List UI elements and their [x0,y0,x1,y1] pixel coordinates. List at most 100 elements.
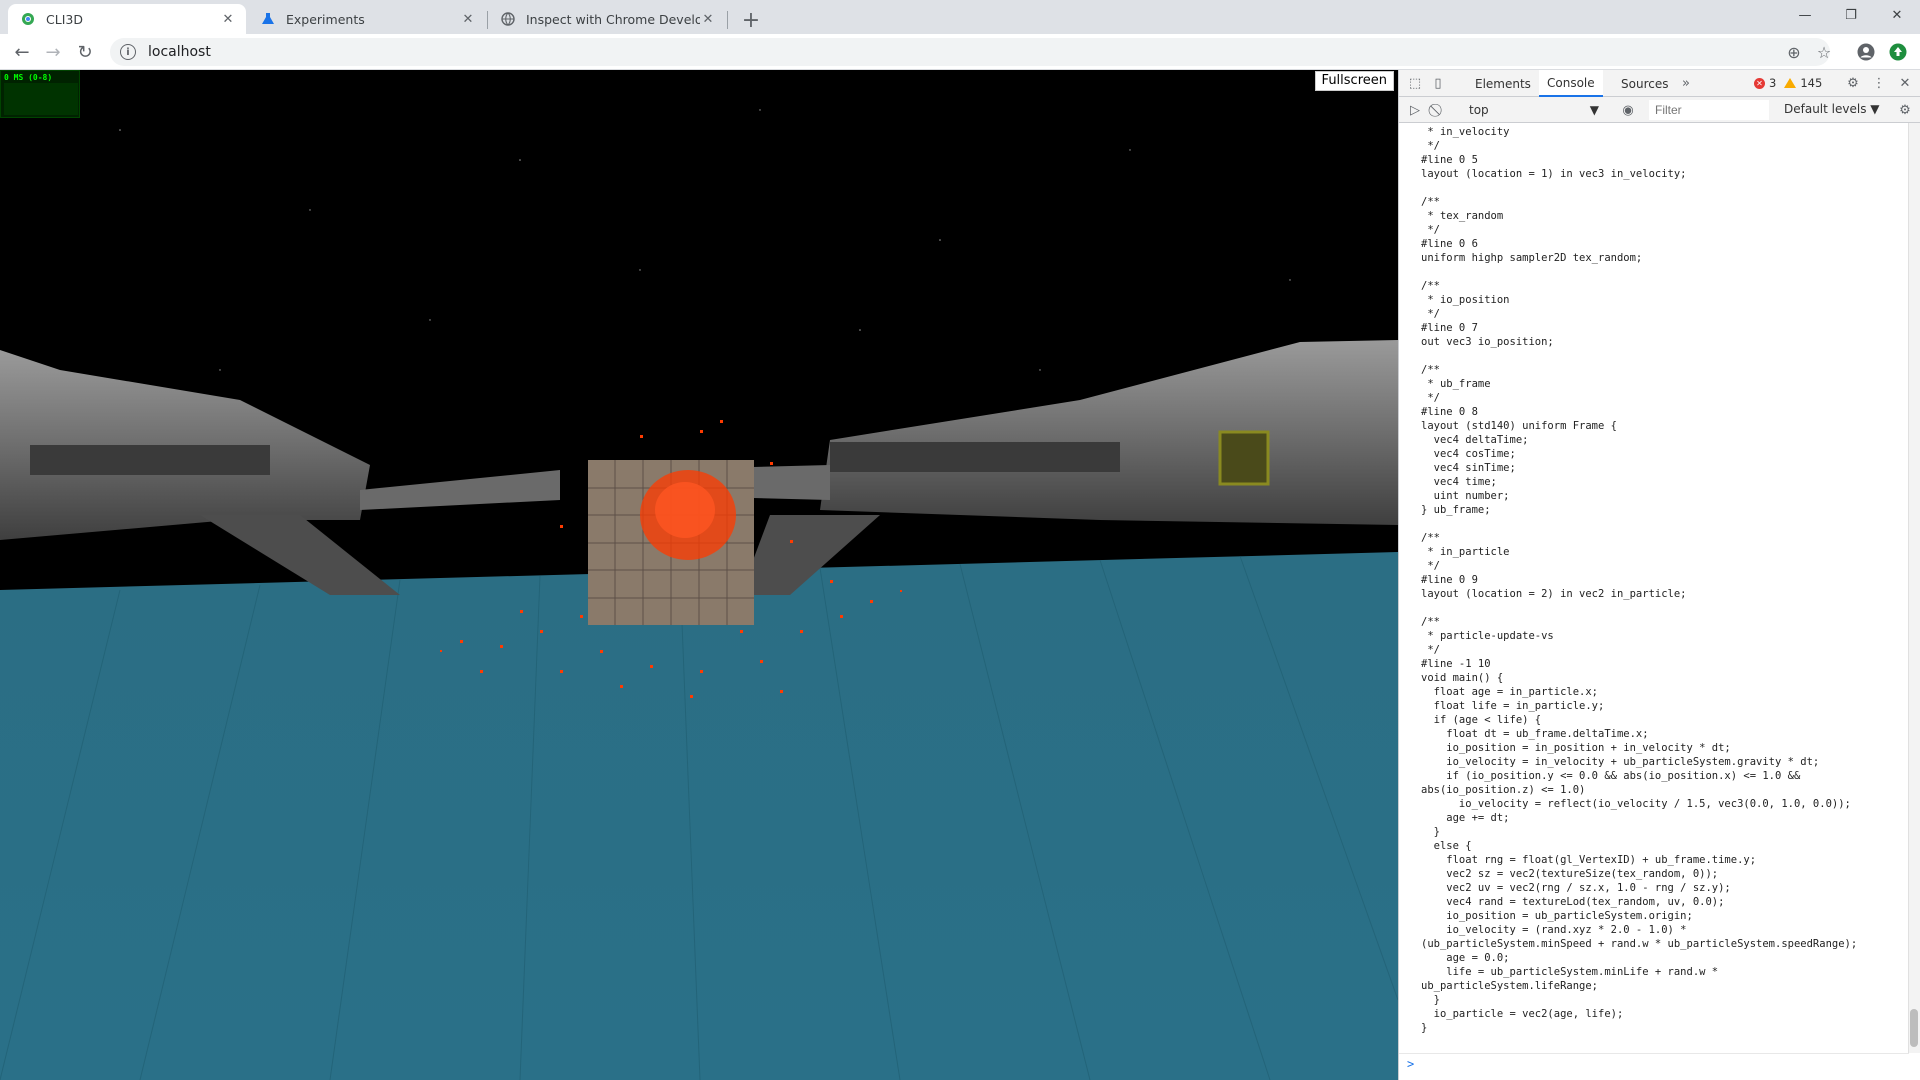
scrollbar-thumb[interactable] [1910,1009,1918,1047]
console-line: #line -1 10 [1421,658,1491,670]
console-line: life = ub_particleSystem.minLife + rand.… [1421,966,1719,978]
console-line: */ [1421,224,1440,236]
zoom-icon[interactable]: ⊕ [1784,42,1804,62]
close-icon[interactable]: ✕ [220,11,236,27]
console-prompt[interactable]: > [1399,1053,1909,1075]
console-line: (ub_particleSystem.minSpeed + rand.w * u… [1421,938,1858,950]
console-line: * particle-update-vs [1421,630,1554,642]
close-icon[interactable]: ✕ [700,11,716,27]
console-line: float rng = float(gl_VertexID) + ub_fram… [1421,854,1757,866]
console-line: out vec3 io_position; [1421,336,1554,348]
console-line: io_particle = vec2(age, life); [1421,1008,1624,1020]
console-line: vec4 deltaTime; [1421,434,1529,446]
flask-icon [260,11,276,27]
profile-icon[interactable] [1856,42,1876,62]
console-line: * tex_random [1421,210,1504,222]
tab-title: Experiments [286,11,365,27]
tab-elements[interactable]: Elements [1467,70,1539,97]
device-toolbar-icon[interactable]: ▯ [1429,74,1447,92]
restore-button[interactable]: ❐ [1828,0,1874,30]
console-line: else { [1421,840,1472,852]
console-output[interactable]: * in_velocity */ #line 0 5 layout (locatio… [1399,123,1909,1043]
chevron-down-icon: ▼ [1589,103,1599,117]
fps-graph [4,83,78,115]
console-line: io_velocity = reflect(io_velocity / 1.5,… [1421,798,1851,810]
window-close-button[interactable]: ✕ [1874,0,1920,30]
tab-title: Inspect with Chrome Developer T [526,11,700,27]
console-line: * io_position [1421,294,1510,306]
minimize-button[interactable]: — [1782,0,1828,30]
console-line: vec2 uv = vec2(rng / sz.x, 1.0 - rng / s… [1421,882,1731,894]
console-line: uniform highp sampler2D tex_random; [1421,252,1643,264]
tab-title: CLI3D [46,11,83,27]
console-line: } ub_frame; [1421,504,1491,516]
console-line: #line 0 9 [1421,574,1478,586]
console-line: vec2 sz = vec2(textureSize(tex_random, 0… [1421,868,1719,880]
fps-stats-panel[interactable]: 0 MS (0-8) [0,70,80,118]
address-bar[interactable]: i localhost [110,38,1830,66]
gear-icon[interactable]: ⚙ [1844,74,1862,92]
webgl-viewport[interactable]: 0 MS (0-8) Fullscreen [0,70,1398,1080]
console-line: * ub_frame [1421,378,1491,390]
tab-cli3d[interactable]: CLI3D ✕ [8,4,246,34]
clear-console-icon[interactable]: ⃠ [1429,101,1447,119]
tab-inspect[interactable]: Inspect with Chrome Developer T ✕ [488,4,726,34]
console-line: layout (location = 1) in vec3 in_velocit… [1421,168,1687,180]
console-filter-bar: ▷ ⃠ top ▼ ◉ Default levels ▼ ⚙ [1399,97,1920,123]
gear-icon[interactable]: ⚙ [1896,101,1914,119]
forward-button[interactable]: → [39,38,67,66]
tab-console[interactable]: Console [1539,70,1603,97]
more-tabs-icon[interactable]: » [1677,74,1695,92]
close-icon[interactable]: ✕ [460,11,476,27]
console-line: vec4 cosTime; [1421,448,1516,460]
tab-sources[interactable]: Sources [1613,70,1676,97]
tab-experiments[interactable]: Experiments ✕ [248,4,486,34]
console-line: vec4 time; [1421,476,1497,488]
fps-label: 0 MS (0-8) [4,73,53,82]
sidebar-toggle-icon[interactable]: ▷ [1406,101,1424,119]
console-line: */ [1421,560,1440,572]
kebab-menu-icon[interactable]: ⋮ [1870,74,1888,92]
eye-icon[interactable]: ◉ [1619,101,1637,119]
filter-input[interactable] [1649,100,1769,120]
close-icon[interactable]: ✕ [1896,74,1914,92]
console-line: /** [1421,616,1440,628]
back-button[interactable]: ← [8,38,36,66]
star-icon[interactable]: ☆ [1814,42,1834,62]
console-line: #line 0 8 [1421,406,1478,418]
console-line: layout (std140) uniform Frame { [1421,420,1617,432]
info-icon[interactable]: i [120,44,136,60]
log-levels-select[interactable]: Default levels ▼ [1784,102,1880,116]
new-tab-button[interactable]: + [737,6,765,34]
issue-counters[interactable]: ✕ 3 145 [1754,76,1822,90]
inspect-element-icon[interactable]: ⬚ [1406,74,1424,92]
console-line: vec4 rand = textureLod(tex_random, uv, 0… [1421,896,1725,908]
console-line: if (age < life) { [1421,714,1542,726]
console-line: * in_velocity [1421,126,1510,138]
context-select[interactable]: top ▼ [1469,101,1599,119]
console-line: uint number; [1421,490,1510,502]
console-line: /** [1421,196,1440,208]
console-line: io_velocity = in_velocity + ub_particleS… [1421,756,1820,768]
console-scrollbar[interactable] [1908,123,1920,1053]
console-line: layout (location = 2) in vec2 in_particl… [1421,588,1687,600]
reload-icon: ↻ [77,41,93,63]
console-line: abs(io_position.z) <= 1.0) [1421,784,1586,796]
update-icon[interactable] [1888,42,1908,62]
scene-canvas [0,109,1398,1080]
error-count: 3 [1769,76,1777,90]
left-ship [0,350,560,595]
reload-button[interactable]: ↻ [71,38,99,66]
console-line: io_velocity = (rand.xyz * 2.0 - 1.0) * [1421,924,1687,936]
console-line: #line 0 7 [1421,322,1478,334]
fullscreen-button[interactable]: Fullscreen [1314,71,1394,91]
console-line: */ [1421,140,1440,152]
address-text: localhost [148,44,211,60]
water-plane [0,552,1398,1080]
arrow-left-icon: ← [14,41,30,63]
error-icon: ✕ [1754,77,1765,89]
